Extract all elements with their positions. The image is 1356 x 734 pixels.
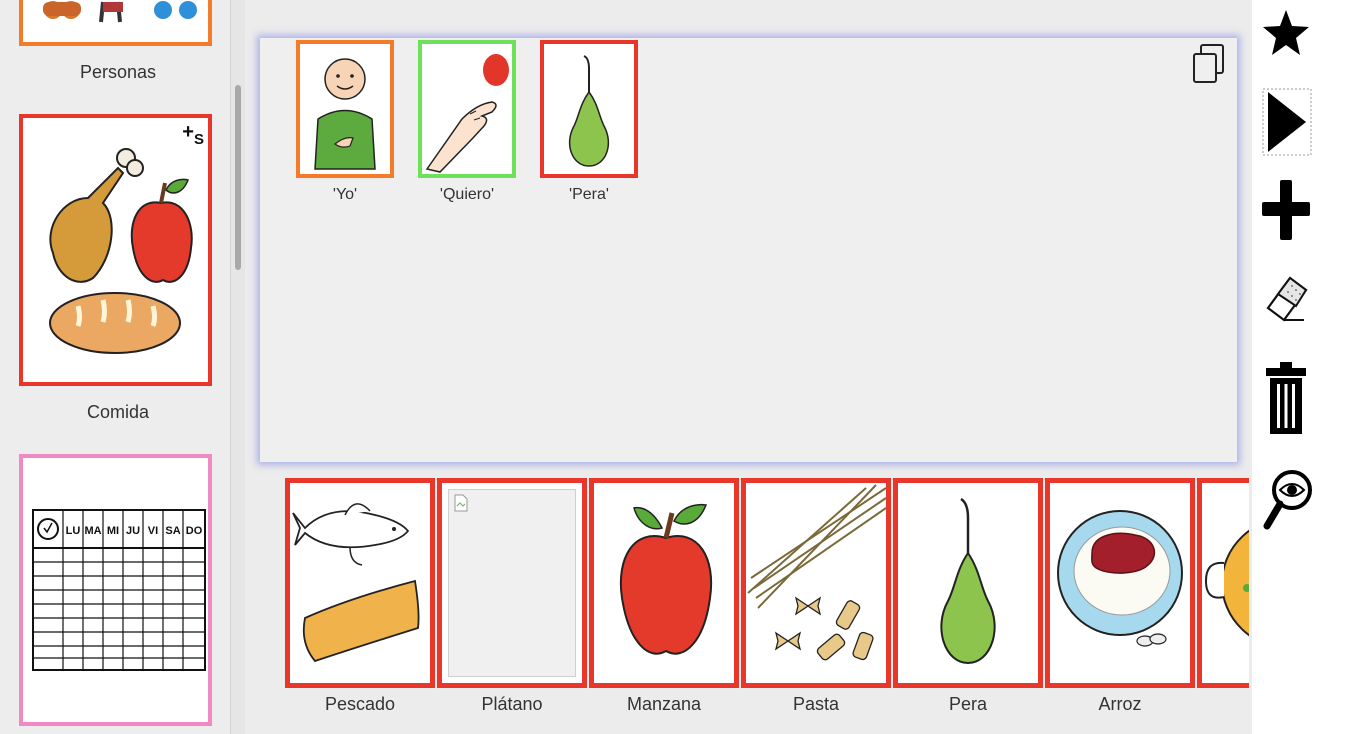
pictogram-label: Pasta [792, 694, 840, 714]
sentence-label: 'Quiero' [439, 186, 495, 203]
action-toolbar [1252, 0, 1356, 734]
broken-image-icon [454, 494, 468, 512]
pictogram-label: Manzana [626, 694, 702, 714]
day-label: MI [107, 525, 119, 537]
category-card-calendar[interactable]: LU MA MI JU VI SA DO [19, 454, 212, 726]
sentence-strip[interactable]: 'Yo' 'Quiero' 'Pera' [260, 38, 1237, 462]
apple-icon [619, 503, 713, 655]
pictogram-label: Pera [948, 694, 988, 714]
pasta-icon [747, 484, 886, 661]
image-placeholder [448, 489, 576, 677]
eraser-icon[interactable] [1262, 270, 1310, 326]
pear-icon [940, 497, 996, 665]
copy-icon[interactable] [1191, 42, 1227, 84]
day-label: DO [186, 525, 203, 537]
category-scrollbar[interactable] [230, 0, 245, 734]
rice-icon [1057, 510, 1183, 647]
pictogram-card-pescado[interactable] [285, 478, 435, 688]
plus-s-badge-icon: +S [182, 121, 204, 148]
pictogram-card-paella[interactable] [1197, 478, 1249, 688]
pictogram-row: Pescado Plátano Manzana Pasta Pera Arroz [285, 478, 1249, 734]
day-label: SA [165, 525, 180, 537]
category-panel: Personas +S Comida LU MA MI JU VI SA DO [0, 0, 230, 734]
plus-icon[interactable] [1262, 178, 1310, 242]
paella-icon [1204, 529, 1249, 637]
pictogram-card-manzana[interactable] [589, 478, 739, 688]
day-label: JU [126, 525, 140, 537]
day-label: MA [84, 525, 101, 537]
fish-icon [292, 503, 420, 663]
pictogram-card-pasta[interactable] [741, 478, 891, 688]
sentence-card-yo[interactable] [296, 40, 394, 178]
weekly-calendar-icon: LU MA MI JU VI SA DO [32, 509, 206, 671]
category-card-comida[interactable]: +S [19, 114, 212, 386]
category-label: Personas [79, 62, 157, 82]
category-label: Comida [86, 402, 150, 422]
hand-want-icon [425, 54, 509, 173]
sentence-card-pera[interactable] [540, 40, 638, 178]
star-icon[interactable] [1262, 8, 1310, 58]
sentence-card-quiero[interactable] [418, 40, 516, 178]
food-icon [49, 148, 193, 354]
play-icon[interactable] [1262, 88, 1312, 156]
pictogram-card-arroz[interactable] [1045, 478, 1195, 688]
pictogram-label: Pescado [324, 694, 396, 714]
person-self-icon [314, 58, 376, 170]
pictogram-card-pera[interactable] [893, 478, 1043, 688]
sentence-label: 'Yo' [332, 186, 358, 203]
category-card-personas[interactable] [19, 0, 212, 46]
pictogram-label: Plátano [481, 694, 543, 714]
day-label: VI [148, 525, 158, 537]
pear-icon [568, 55, 610, 167]
scrollbar-thumb[interactable] [235, 85, 241, 270]
sentence-label: 'Pera' [569, 186, 609, 203]
eye-magnifier-icon[interactable] [1262, 468, 1312, 536]
trash-icon[interactable] [1262, 360, 1310, 436]
people-icon [43, 1, 197, 23]
pictogram-label: Arroz [1098, 694, 1142, 714]
pictogram-card-platano[interactable] [437, 478, 587, 688]
day-label: LU [66, 525, 81, 537]
